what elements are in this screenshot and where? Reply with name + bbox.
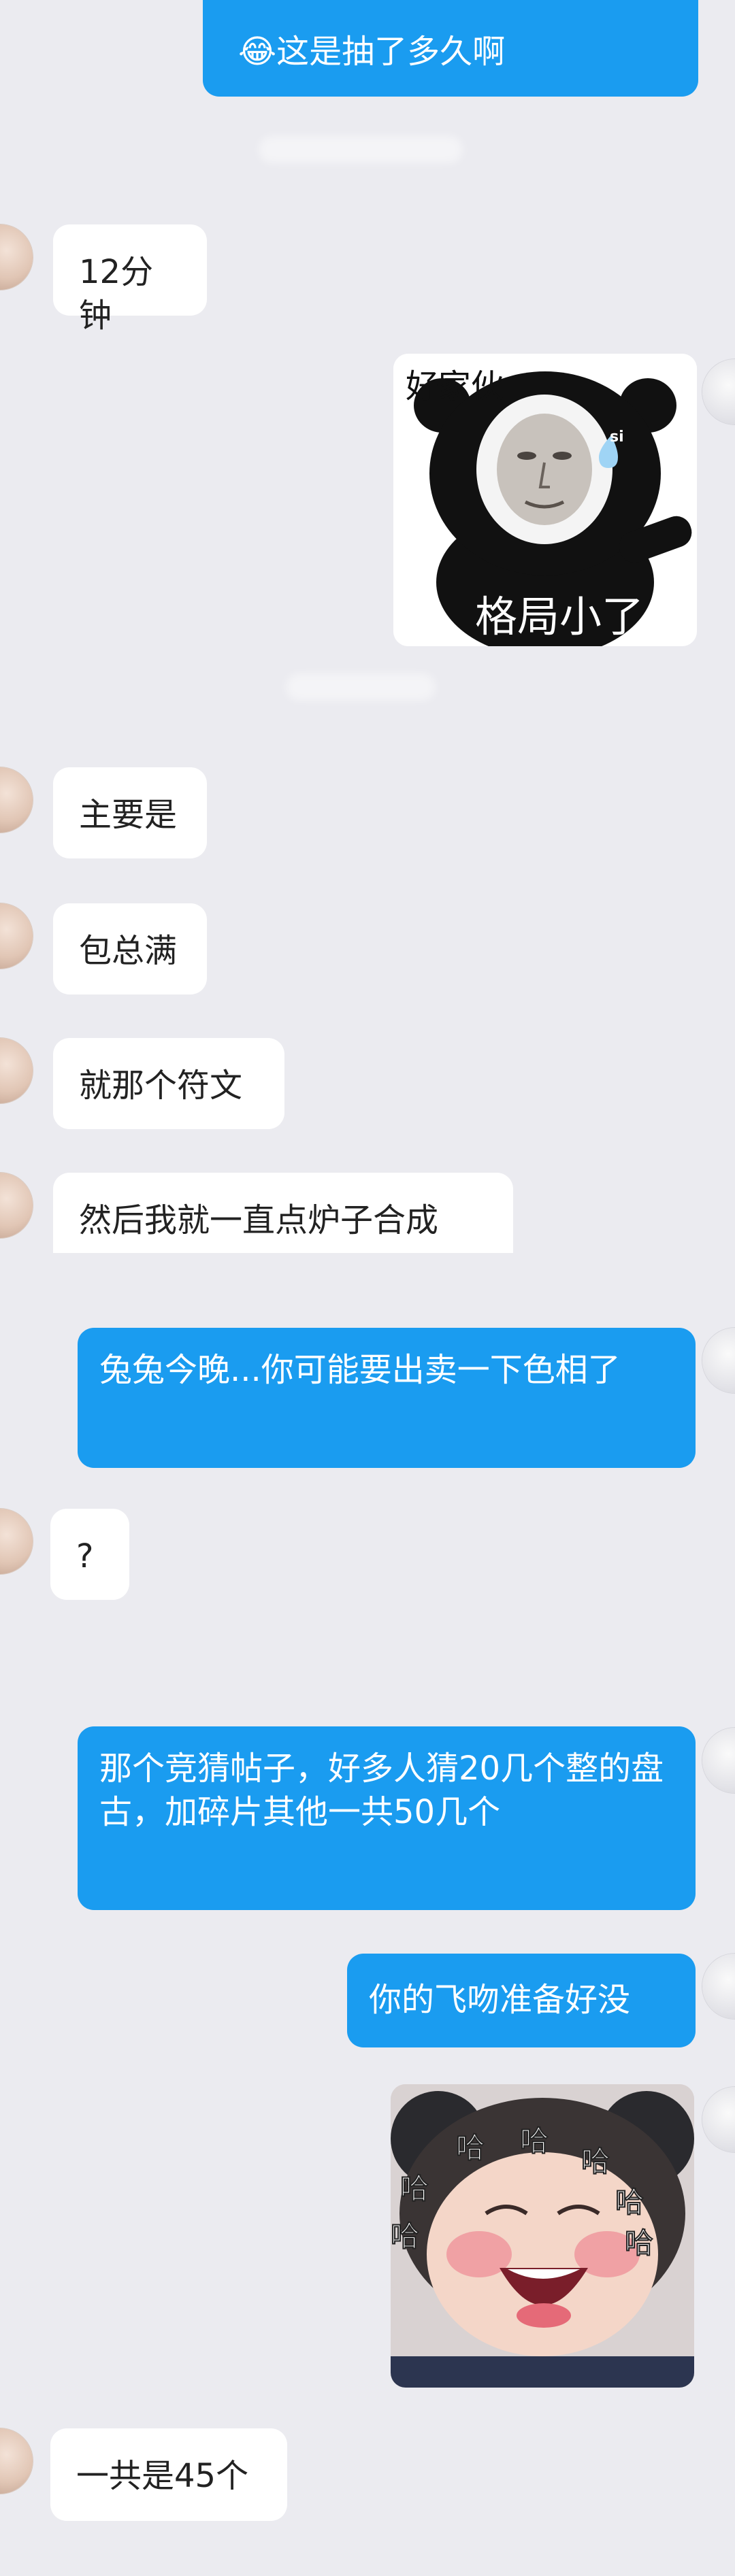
avatar[interactable] bbox=[702, 359, 735, 424]
avatar[interactable] bbox=[702, 2087, 735, 2152]
message-text: 😂这是抽了多久啊 bbox=[238, 33, 506, 71]
message-bubble-outgoing[interactable]: 那个竞猜帖子，好多人猜20几个整的盘古，加碎片其他一共50几个 bbox=[78, 1726, 696, 1910]
message-text: 兔兔今晚...你可能要出卖一下色相了 bbox=[99, 1351, 621, 1389]
message-text: 然后我就一直点炉子合成 bbox=[79, 1201, 439, 1239]
message-text: 12分钟 bbox=[79, 253, 154, 335]
sticker-caption: 哈 bbox=[519, 2124, 549, 2158]
message-text: 那个竞猜帖子，好多人猜20几个整的盘古，加碎片其他一共50几个 bbox=[99, 1750, 664, 1831]
blurred-notice bbox=[286, 673, 436, 701]
avatar[interactable] bbox=[0, 2428, 33, 2494]
message-text: 就那个符文 bbox=[79, 1067, 243, 1105]
sticker-caption-bottom: 格局小了 bbox=[475, 592, 644, 641]
blurred-notice bbox=[259, 136, 463, 163]
sticker-caption-top: 好家伙 bbox=[406, 367, 504, 405]
message-bubble-outgoing[interactable]: 你的飞吻准备好没 bbox=[347, 1954, 696, 2047]
sticker-caption: 哈 bbox=[455, 2130, 485, 2165]
message-text: 你的飞吻准备好没 bbox=[369, 1981, 631, 2019]
message-text: 主要是 bbox=[79, 796, 178, 834]
sticker-caption: 哈 bbox=[615, 2185, 644, 2220]
message-bubble-incoming[interactable]: 包总满 bbox=[53, 903, 207, 994]
message-bubble-outgoing[interactable]: 😂这是抽了多久啊 bbox=[203, 0, 698, 97]
message-bubble-incoming[interactable]: 就那个符文 bbox=[53, 1038, 284, 1129]
message-bubble-incoming[interactable]: 12分钟 bbox=[53, 224, 207, 335]
message-bubble-incoming[interactable]: 主要是 bbox=[53, 767, 207, 858]
sticker-caption: 哈 bbox=[391, 2219, 420, 2254]
message-bubble-incoming[interactable]: 一共是45个 bbox=[50, 2428, 287, 2521]
sticker-tear-label: si bbox=[610, 429, 624, 446]
avatar[interactable] bbox=[702, 1954, 735, 2019]
message-bubble-outgoing[interactable]: 兔兔今晚...你可能要出卖一下色相了 bbox=[78, 1328, 696, 1468]
avatar[interactable] bbox=[0, 1038, 33, 1103]
sticker-caption: 哈 bbox=[399, 2171, 429, 2206]
avatar[interactable] bbox=[0, 224, 33, 290]
avatar[interactable] bbox=[0, 767, 33, 833]
message-text: 一共是45个 bbox=[76, 2457, 249, 2495]
sticker-image-laughing-baby[interactable]: 哈 哈 哈 哈 哈 哈 哈 bbox=[391, 2084, 694, 2388]
message-text: 包总满 bbox=[79, 932, 178, 970]
avatar[interactable] bbox=[0, 1509, 33, 1574]
message-text: ? bbox=[76, 1537, 94, 1575]
avatar[interactable] bbox=[702, 1328, 735, 1393]
message-bubble-incoming[interactable]: 然后我就一直点炉子合成 bbox=[53, 1173, 513, 1253]
sticker-caption: 哈 bbox=[581, 2144, 610, 2179]
avatar[interactable] bbox=[702, 1728, 735, 1793]
avatar[interactable] bbox=[0, 1173, 33, 1238]
message-bubble-incoming[interactable]: ? bbox=[50, 1509, 129, 1600]
sticker-image-panda-meme[interactable]: 好家伙 si 格局小了 bbox=[393, 354, 697, 646]
avatar[interactable] bbox=[0, 903, 33, 969]
sticker-caption: 哈 bbox=[624, 2226, 654, 2260]
